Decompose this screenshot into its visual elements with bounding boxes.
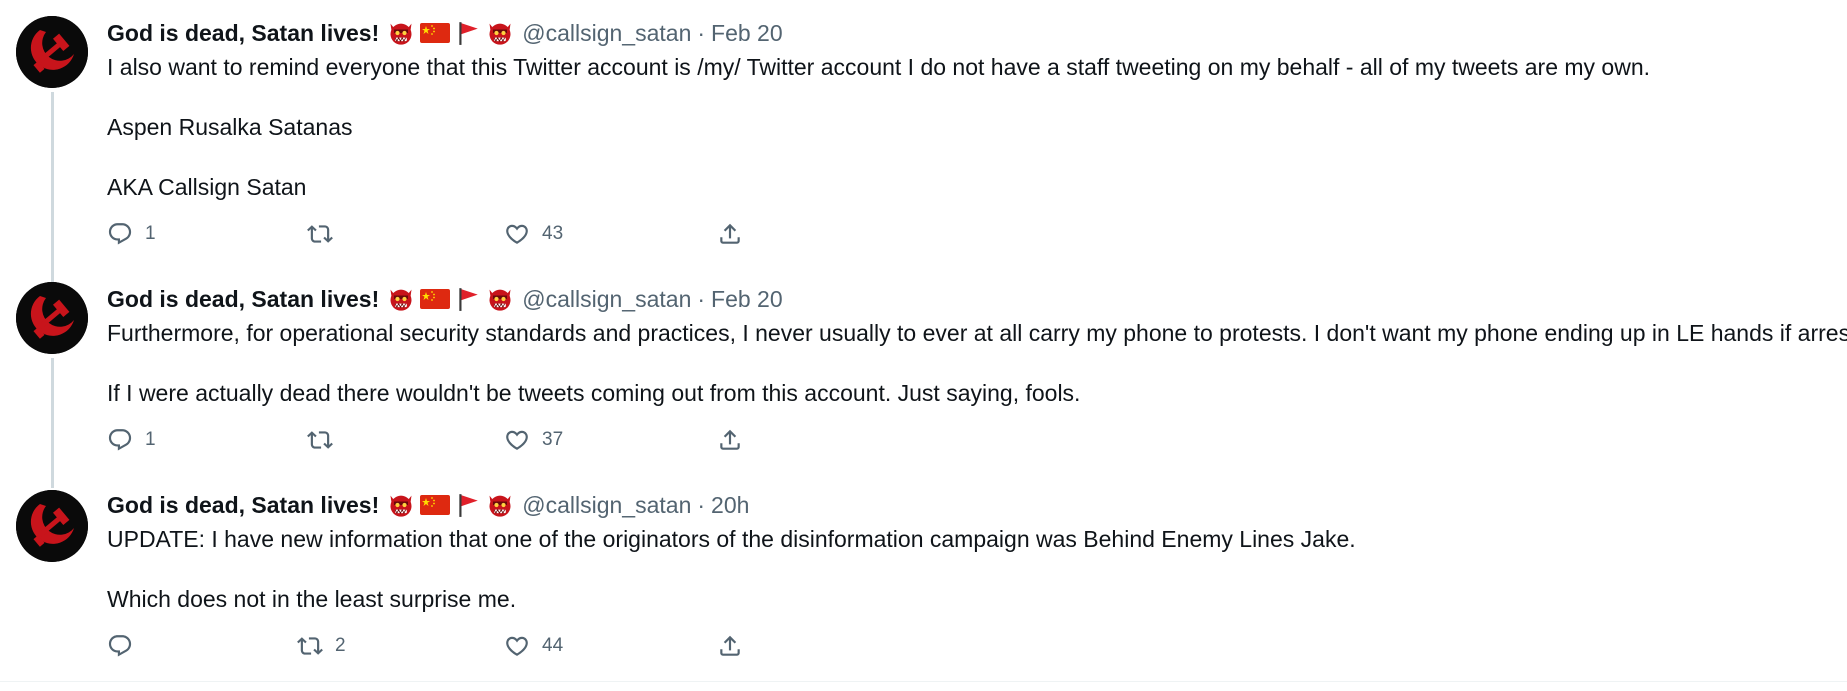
tweet-thread: God is dead, Satan lives! @callsign_sata… — [0, 0, 1847, 691]
share-button[interactable] — [717, 630, 743, 662]
retweet-button[interactable] — [307, 218, 345, 250]
tweet-timestamp[interactable]: Feb 20 — [711, 286, 783, 313]
separator-dot: · — [697, 19, 706, 46]
like-button[interactable]: 43 — [504, 218, 563, 250]
tweet-paragraph: UPDATE: I have new information that one … — [107, 526, 1356, 552]
tweet-header: God is dead, Satan lives! @callsign_sata… — [107, 18, 783, 48]
like-count: 44 — [542, 635, 564, 656]
china-flag-emoji-icon — [420, 23, 450, 43]
tweet-text: UPDATE: I have new information that one … — [107, 524, 1356, 614]
hammer-sickle-avatar-icon — [16, 16, 88, 88]
ogre-emoji-icon — [387, 19, 415, 47]
tweet[interactable]: God is dead, Satan lives! @callsign_sata… — [0, 472, 1847, 681]
tweet-paragraph: Which does not in the least surprise me. — [107, 586, 517, 612]
author-handle[interactable]: @callsign_satan — [522, 286, 691, 313]
retweet-icon — [307, 221, 333, 247]
like-heart-icon — [504, 427, 530, 453]
like-count: 37 — [542, 429, 564, 450]
red-flag-emoji-icon — [455, 492, 481, 518]
author-name[interactable]: God is dead, Satan lives! — [107, 492, 379, 519]
avatar[interactable] — [16, 282, 88, 354]
tweet-text: I also want to remind everyone that this… — [107, 52, 1650, 202]
tweet[interactable]: God is dead, Satan lives! @callsign_sata… — [0, 266, 1847, 472]
share-icon — [717, 633, 743, 659]
tweet-paragraph: Furthermore, for operational security st… — [107, 320, 1847, 346]
like-count: 43 — [542, 223, 564, 244]
ogre-emoji-icon — [486, 285, 514, 313]
like-button[interactable]: 37 — [504, 424, 563, 456]
hammer-sickle-avatar-icon — [16, 282, 88, 354]
share-button[interactable] — [717, 218, 743, 250]
avatar[interactable] — [16, 16, 88, 88]
reply-count: 1 — [145, 429, 156, 450]
ogre-emoji-icon — [486, 491, 514, 519]
china-flag-emoji-icon — [420, 495, 450, 515]
tweet-actions: 1 37 — [107, 424, 757, 456]
name-emojis — [387, 491, 514, 519]
share-icon — [717, 221, 743, 247]
tweet-actions: 1 43 — [107, 218, 757, 250]
tweet[interactable]: God is dead, Satan lives! @callsign_sata… — [0, 0, 1847, 266]
retweet-icon — [307, 427, 333, 453]
tweet-header: God is dead, Satan lives! @callsign_sata… — [107, 284, 783, 314]
share-icon — [717, 427, 743, 453]
author-handle[interactable]: @callsign_satan — [522, 20, 691, 47]
red-flag-emoji-icon — [455, 286, 481, 312]
reply-count: 1 — [145, 223, 156, 244]
china-flag-emoji-icon — [420, 289, 450, 309]
tweet-paragraph: AKA Callsign Satan — [107, 174, 307, 200]
reply-icon — [107, 633, 133, 659]
like-button[interactable]: 44 — [504, 630, 563, 662]
share-button[interactable] — [717, 424, 743, 456]
tweet-text: Furthermore, for operational security st… — [107, 318, 1847, 408]
avatar[interactable] — [16, 490, 88, 562]
tweet-paragraph: I also want to remind everyone that this… — [107, 54, 1651, 80]
ogre-emoji-icon — [486, 19, 514, 47]
like-heart-icon — [504, 633, 530, 659]
reply-button[interactable]: 1 — [107, 424, 156, 456]
retweet-count: 2 — [335, 635, 346, 656]
name-emojis — [387, 19, 514, 47]
tweet-header: God is dead, Satan lives! @callsign_sata… — [107, 490, 749, 520]
red-flag-emoji-icon — [455, 20, 481, 46]
like-heart-icon — [504, 221, 530, 247]
hammer-sickle-avatar-icon — [16, 490, 88, 562]
tweet-paragraph: If I were actually dead there wouldn't b… — [107, 380, 1081, 406]
tweet-paragraph: Aspen Rusalka Satanas — [107, 114, 353, 140]
tweet-timestamp[interactable]: Feb 20 — [711, 20, 783, 47]
reply-icon — [107, 427, 133, 453]
author-name[interactable]: God is dead, Satan lives! — [107, 286, 379, 313]
reply-icon — [107, 221, 133, 247]
ogre-emoji-icon — [387, 491, 415, 519]
reply-button[interactable]: 1 — [107, 218, 156, 250]
tweet-actions: 2 44 — [107, 630, 757, 662]
tweet-timestamp[interactable]: 20h — [711, 492, 749, 519]
timeline-divider — [0, 681, 1847, 682]
retweet-icon — [297, 633, 323, 659]
retweet-button[interactable] — [307, 424, 345, 456]
name-emojis — [387, 285, 514, 313]
retweet-button[interactable]: 2 — [297, 630, 346, 662]
separator-dot: · — [697, 285, 706, 312]
separator-dot: · — [697, 491, 706, 518]
author-name[interactable]: God is dead, Satan lives! — [107, 20, 379, 47]
ogre-emoji-icon — [387, 285, 415, 313]
reply-button[interactable] — [107, 630, 145, 662]
author-handle[interactable]: @callsign_satan — [522, 492, 691, 519]
